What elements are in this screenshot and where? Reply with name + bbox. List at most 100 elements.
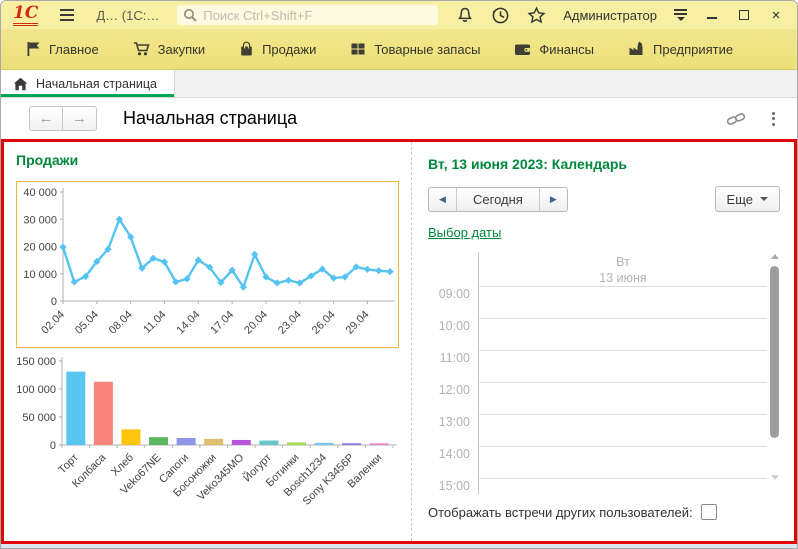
global-search[interactable]	[177, 5, 438, 25]
time-label: 11:00	[428, 350, 478, 382]
window-title: Д… (1С:…	[96, 8, 159, 23]
calendar-slot[interactable]	[478, 446, 767, 478]
calendar-hour-row: 13:00	[428, 414, 767, 446]
svg-text:29.04: 29.04	[344, 309, 372, 337]
sales-panel: Продажи 010 00020 00030 00040 00002.0405…	[4, 142, 411, 541]
tab-home-page[interactable]: Начальная страница	[1, 70, 175, 97]
tab-bar: Начальная страница	[1, 70, 797, 98]
svg-text:0: 0	[50, 440, 56, 452]
day-of-week-label: Вт	[479, 254, 767, 270]
service-settings-icon[interactable]	[674, 9, 687, 21]
dropdown-arrow-icon	[760, 197, 768, 201]
svg-text:50 000: 50 000	[22, 412, 56, 424]
maximize-button[interactable]	[733, 5, 755, 25]
section-zakupki[interactable]: Закупки	[120, 29, 226, 69]
section-predpriyatie[interactable]: Предприятие	[615, 29, 754, 69]
title-bar: 1С Д… (1С:… Администратор ×	[1, 1, 797, 29]
svg-text:30 000: 30 000	[23, 214, 57, 226]
scroll-down-icon[interactable]	[771, 475, 779, 480]
sales-line-chart[interactable]: 010 00020 00030 00040 00002.0405.0408.04…	[16, 181, 399, 348]
window-bottom-edge	[1, 544, 797, 548]
day-date-label: 13 июня	[479, 270, 767, 286]
history-nav-buttons: ← →	[29, 106, 97, 131]
date-picker-link[interactable]: Выбор даты	[428, 225, 501, 240]
section-tovarnye-zapasy[interactable]: Товарные запасы	[337, 29, 501, 69]
current-user[interactable]: Администратор	[563, 8, 657, 23]
bag-icon	[239, 41, 254, 57]
flag-icon	[26, 41, 41, 57]
back-button[interactable]: ←	[30, 107, 63, 130]
sections-panel: Главное Закупки Продажи Товарные запасы …	[1, 29, 797, 70]
svg-text:10 000: 10 000	[23, 269, 57, 281]
calendar-slot[interactable]	[478, 350, 767, 382]
boxes-icon	[350, 41, 366, 57]
favorites-star-icon[interactable]	[527, 6, 546, 25]
home-page-content: Продажи 010 00020 00030 00040 00002.0405…	[1, 139, 797, 544]
factory-icon	[628, 41, 645, 57]
home-icon	[13, 77, 28, 91]
history-icon[interactable]	[491, 6, 510, 25]
svg-text:23.04: 23.04	[276, 309, 304, 337]
1c-logo-icon: 1С	[13, 5, 38, 26]
forward-button[interactable]: →	[63, 107, 96, 130]
calendar-slot[interactable]	[478, 318, 767, 350]
close-button[interactable]: ×	[765, 5, 787, 25]
calendar-header: Вт, 13 июня 2023: Календарь	[428, 156, 780, 172]
page-header: ← → Начальная страница	[1, 98, 797, 139]
app-window: 1С Д… (1С:… Администратор × Главное Заку…	[0, 0, 798, 549]
section-finansy[interactable]: Финансы	[501, 29, 615, 69]
svg-text:Торт: Торт	[56, 452, 81, 477]
more-actions-button[interactable]: Еще	[715, 186, 780, 212]
sales-bar-chart[interactable]: 050 000100 000150 000ТортКолбасаХлебVeko…	[16, 353, 399, 525]
show-others-checkbox[interactable]	[701, 504, 717, 520]
calendar-day-header: Вт 13 июня	[428, 252, 767, 286]
time-label: 12:00	[428, 382, 478, 414]
calendar-slot[interactable]	[478, 286, 767, 318]
calendar-hour-row: 14:00	[428, 446, 767, 478]
notifications-bell-icon[interactable]	[456, 6, 474, 24]
cart-icon	[133, 41, 150, 57]
svg-text:40 000: 40 000	[23, 187, 57, 199]
svg-text:20.04: 20.04	[242, 309, 270, 337]
prev-day-button[interactable]: ◀	[429, 188, 456, 211]
calendar-slot[interactable]	[478, 382, 767, 414]
calendar-hour-row: 11:00	[428, 350, 767, 382]
svg-text:17.04: 17.04	[208, 309, 236, 337]
next-day-button[interactable]: ▶	[540, 188, 567, 211]
show-others-label: Отображать встречи других пользователей:	[428, 505, 693, 520]
calendar-grid: Вт 13 июня 09:0010:0011:0012:0013:0014:0…	[428, 252, 780, 494]
svg-text:100 000: 100 000	[16, 384, 56, 396]
calendar-hour-row: 15:00	[428, 478, 767, 494]
svg-text:0: 0	[51, 296, 57, 308]
time-label: 15:00	[428, 478, 478, 494]
scrollbar-thumb[interactable]	[770, 266, 779, 438]
svg-text:05.04: 05.04	[73, 309, 101, 337]
calendar-hour-row: 10:00	[428, 318, 767, 350]
show-others-row: Отображать встречи других пользователей:	[428, 504, 780, 520]
calendar-hour-row: 12:00	[428, 382, 767, 414]
calendar-panel: Вт, 13 июня 2023: Календарь ◀ Сегодня ▶ …	[411, 142, 794, 541]
get-link-icon[interactable]	[726, 110, 746, 128]
calendar-nav-group: ◀ Сегодня ▶	[428, 187, 568, 212]
svg-text:08.04: 08.04	[107, 309, 135, 337]
calendar-slot[interactable]	[478, 478, 767, 494]
scroll-up-icon[interactable]	[771, 254, 779, 259]
calendar-scrollbar[interactable]	[769, 254, 780, 480]
page-title: Начальная страница	[123, 108, 297, 129]
section-glavnoe[interactable]: Главное	[13, 29, 120, 69]
search-input[interactable]	[203, 8, 432, 23]
minimize-button[interactable]	[701, 5, 723, 25]
sales-header: Продажи	[16, 152, 411, 168]
section-prodazhi[interactable]: Продажи	[226, 29, 337, 69]
wallet-icon	[514, 42, 531, 57]
time-label: 09:00	[428, 286, 478, 318]
svg-text:02.04: 02.04	[39, 309, 67, 337]
svg-text:11.04: 11.04	[141, 309, 168, 336]
svg-text:150 000: 150 000	[16, 356, 56, 368]
main-menu-icon[interactable]	[60, 9, 74, 21]
calendar-slot[interactable]	[478, 414, 767, 446]
search-icon	[183, 8, 197, 22]
more-menu-icon[interactable]	[772, 112, 775, 126]
today-button[interactable]: Сегодня	[456, 188, 540, 211]
calendar-hour-row: 09:00	[428, 286, 767, 318]
